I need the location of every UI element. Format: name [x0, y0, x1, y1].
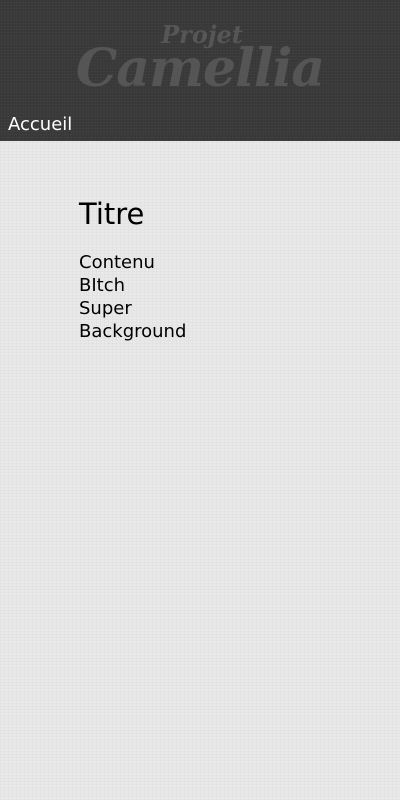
logo-main-text: Camellia — [76, 38, 324, 99]
site-header: Projet Camellia Accueil — [0, 0, 400, 141]
content-line: Contenu — [79, 252, 155, 273]
main-content: Titre Contenu BItch Super Background — [79, 194, 379, 343]
site-logo[interactable]: Projet Camellia — [0, 0, 400, 110]
content-body: Contenu BItch Super Background — [79, 251, 379, 343]
content-line: BItch — [79, 275, 126, 296]
logo-graphic: Projet Camellia — [76, 20, 325, 99]
content-line: Super — [79, 298, 132, 319]
content-line: Background — [79, 321, 187, 342]
page-title: Titre — [79, 197, 145, 231]
nav-home-link[interactable]: Accueil — [8, 113, 72, 139]
